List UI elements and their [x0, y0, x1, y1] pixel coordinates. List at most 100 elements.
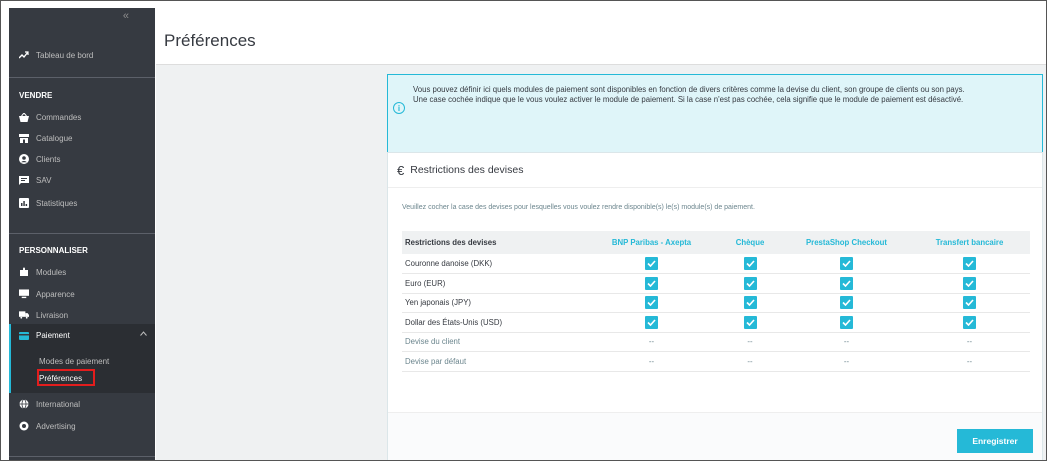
- sidebar-item-label: Apparence: [36, 289, 75, 299]
- currency-module-checkbox[interactable]: [743, 296, 757, 310]
- checkbox-cell: [784, 293, 909, 313]
- truck-icon: [19, 310, 29, 320]
- puzzle-icon: [19, 267, 29, 277]
- column-header-module[interactable]: BNP Paribas - Axepta: [587, 231, 716, 254]
- checkbox-cell: [784, 254, 909, 274]
- sidebar-item-label: Commandes: [36, 112, 82, 122]
- currency-module-checkbox[interactable]: [743, 276, 757, 290]
- currency-label: Devise du client: [402, 332, 587, 352]
- chevron-up-icon: [140, 329, 147, 338]
- alert-text: Vous pouvez définir ici quels modules de…: [413, 85, 1038, 105]
- currency-module-checkbox[interactable]: [645, 296, 658, 310]
- checkbox-cell: [909, 312, 1030, 333]
- column-header: Restrictions des devises: [402, 231, 587, 254]
- empty-value: --: [909, 351, 1030, 372]
- column-header-module[interactable]: PrestaShop Checkout: [784, 231, 909, 254]
- checkbox-cell: [587, 293, 716, 313]
- checkbox-cell: [587, 273, 716, 294]
- sidebar-item-label: Clients: [36, 154, 61, 164]
- currency-module-checkbox[interactable]: [743, 257, 757, 270]
- currency-module-checkbox[interactable]: [840, 276, 853, 290]
- info-alert: i Vous pouvez définir ici quels modules …: [387, 74, 1043, 159]
- sidebar-item-label: Livraison: [36, 310, 69, 320]
- currency-module-checkbox[interactable]: [963, 315, 976, 329]
- sidebar-section-sell: VENDRE: [19, 91, 53, 100]
- currency-module-checkbox[interactable]: [645, 257, 658, 270]
- table-body: Couronne danoise (DKK) Euro (EUR) Yen japo…: [402, 254, 1030, 372]
- currency-label: Yen japonais (JPY): [402, 293, 587, 313]
- sidebar-item-label: Modules: [36, 267, 67, 277]
- page-title: Préférences: [164, 31, 256, 50]
- currency-module-checkbox[interactable]: [645, 276, 658, 290]
- checkbox-cell: [587, 312, 716, 333]
- table-row: Yen japonais (JPY): [402, 293, 1030, 313]
- table-row: Devise du client -- -- -- --: [402, 332, 1030, 352]
- restrictions-table: Restrictions des devises BNP Paribas - A…: [402, 231, 1030, 372]
- checkbox-cell: [716, 293, 784, 313]
- currency-module-checkbox[interactable]: [963, 276, 976, 290]
- sidebar-item-catalog[interactable]: Catalogue: [9, 128, 155, 148]
- highlight-box: [37, 369, 95, 386]
- empty-value: --: [587, 332, 716, 352]
- empty-value: --: [587, 351, 716, 372]
- sidebar-item-stats[interactable]: Statistiques: [9, 193, 155, 213]
- currency-module-checkbox[interactable]: [840, 315, 853, 329]
- sidebar-item-appearance[interactable]: Apparence: [9, 284, 155, 304]
- empty-value: --: [716, 351, 784, 372]
- sidebar-item-international[interactable]: International: [9, 394, 155, 414]
- sidebar-divider: [9, 77, 155, 78]
- checkbox-cell: [909, 273, 1030, 294]
- currency-module-checkbox[interactable]: [840, 296, 853, 310]
- credit-card-icon: [19, 331, 29, 341]
- sidebar-item-label: Paiement: [36, 331, 70, 340]
- alert-line-1: Vous pouvez définir ici quels modules de…: [413, 85, 965, 94]
- currency-label: Couronne danoise (DKK): [402, 254, 587, 274]
- panel-footer: Enregistrer: [388, 412, 1042, 460]
- checkbox-cell: [716, 273, 784, 294]
- currency-module-checkbox[interactable]: [840, 257, 853, 270]
- sidebar-item-orders[interactable]: Commandes: [9, 107, 155, 127]
- currency-module-checkbox[interactable]: [963, 257, 976, 270]
- alert-line-2: Une case cochée indique que le vous voul…: [413, 95, 964, 105]
- sidebar-item-advertising[interactable]: Advertising: [9, 416, 155, 436]
- sidebar-item-label: Tableau de bord: [36, 50, 94, 60]
- panel-description: Veuillez cocher la case des devises pour…: [402, 204, 755, 211]
- sidebar-item-label: Advertising: [36, 421, 76, 431]
- table-header-row: Restrictions des devises BNP Paribas - A…: [402, 231, 1030, 254]
- column-header-module[interactable]: Transfert bancaire: [909, 231, 1030, 254]
- currency-label: Euro (EUR): [402, 273, 587, 294]
- checkbox-cell: [909, 254, 1030, 274]
- checkbox-cell: [716, 312, 784, 333]
- table-row: Euro (EUR): [402, 273, 1030, 294]
- table-row: Dollar des États-Unis (USD): [402, 312, 1030, 333]
- sidebar-section-customize: PERSONNALISER: [19, 246, 88, 255]
- table-row: Couronne danoise (DKK): [402, 254, 1030, 274]
- currency-restrictions-panel: € Restrictions des devises Veuillez coch…: [387, 152, 1043, 460]
- currency-module-checkbox[interactable]: [963, 296, 976, 310]
- sidebar-item-sav[interactable]: SAV: [9, 170, 155, 190]
- collapse-sidebar-icon[interactable]: «: [123, 10, 129, 22]
- store-icon: [19, 133, 29, 143]
- euro-icon: €: [397, 162, 405, 178]
- currency-label: Dollar des États-Unis (USD): [402, 312, 587, 333]
- save-button[interactable]: Enregistrer: [957, 429, 1033, 453]
- sidebar-divider: [9, 456, 155, 457]
- sidebar-item-shipping[interactable]: Livraison: [9, 305, 155, 325]
- column-header-module[interactable]: Chèque: [716, 231, 784, 254]
- currency-module-checkbox[interactable]: [743, 315, 757, 329]
- currency-module-checkbox[interactable]: [645, 315, 658, 329]
- bar-chart-icon: [19, 198, 29, 208]
- sidebar-item-customers[interactable]: Clients: [9, 149, 155, 169]
- sidebar-item-dashboard[interactable]: Tableau de bord: [9, 45, 155, 65]
- panel-title: Restrictions des devises: [410, 164, 524, 176]
- sidebar-item-payment[interactable]: Paiement: [9, 324, 155, 347]
- browser-viewport: « Tableau de bord VENDRE Commandes Catal…: [0, 0, 1047, 461]
- sidebar-item-label: Catalogue: [36, 133, 73, 143]
- globe-icon: [19, 399, 29, 409]
- desktop-icon: [19, 289, 29, 299]
- sidebar-subitem-payment-methods[interactable]: Modes de paiement: [39, 357, 109, 366]
- empty-value: --: [784, 351, 909, 372]
- sidebar-item-modules[interactable]: Modules: [9, 262, 155, 282]
- info-icon: i: [393, 102, 405, 114]
- sidebar-item-label: SAV: [36, 175, 52, 185]
